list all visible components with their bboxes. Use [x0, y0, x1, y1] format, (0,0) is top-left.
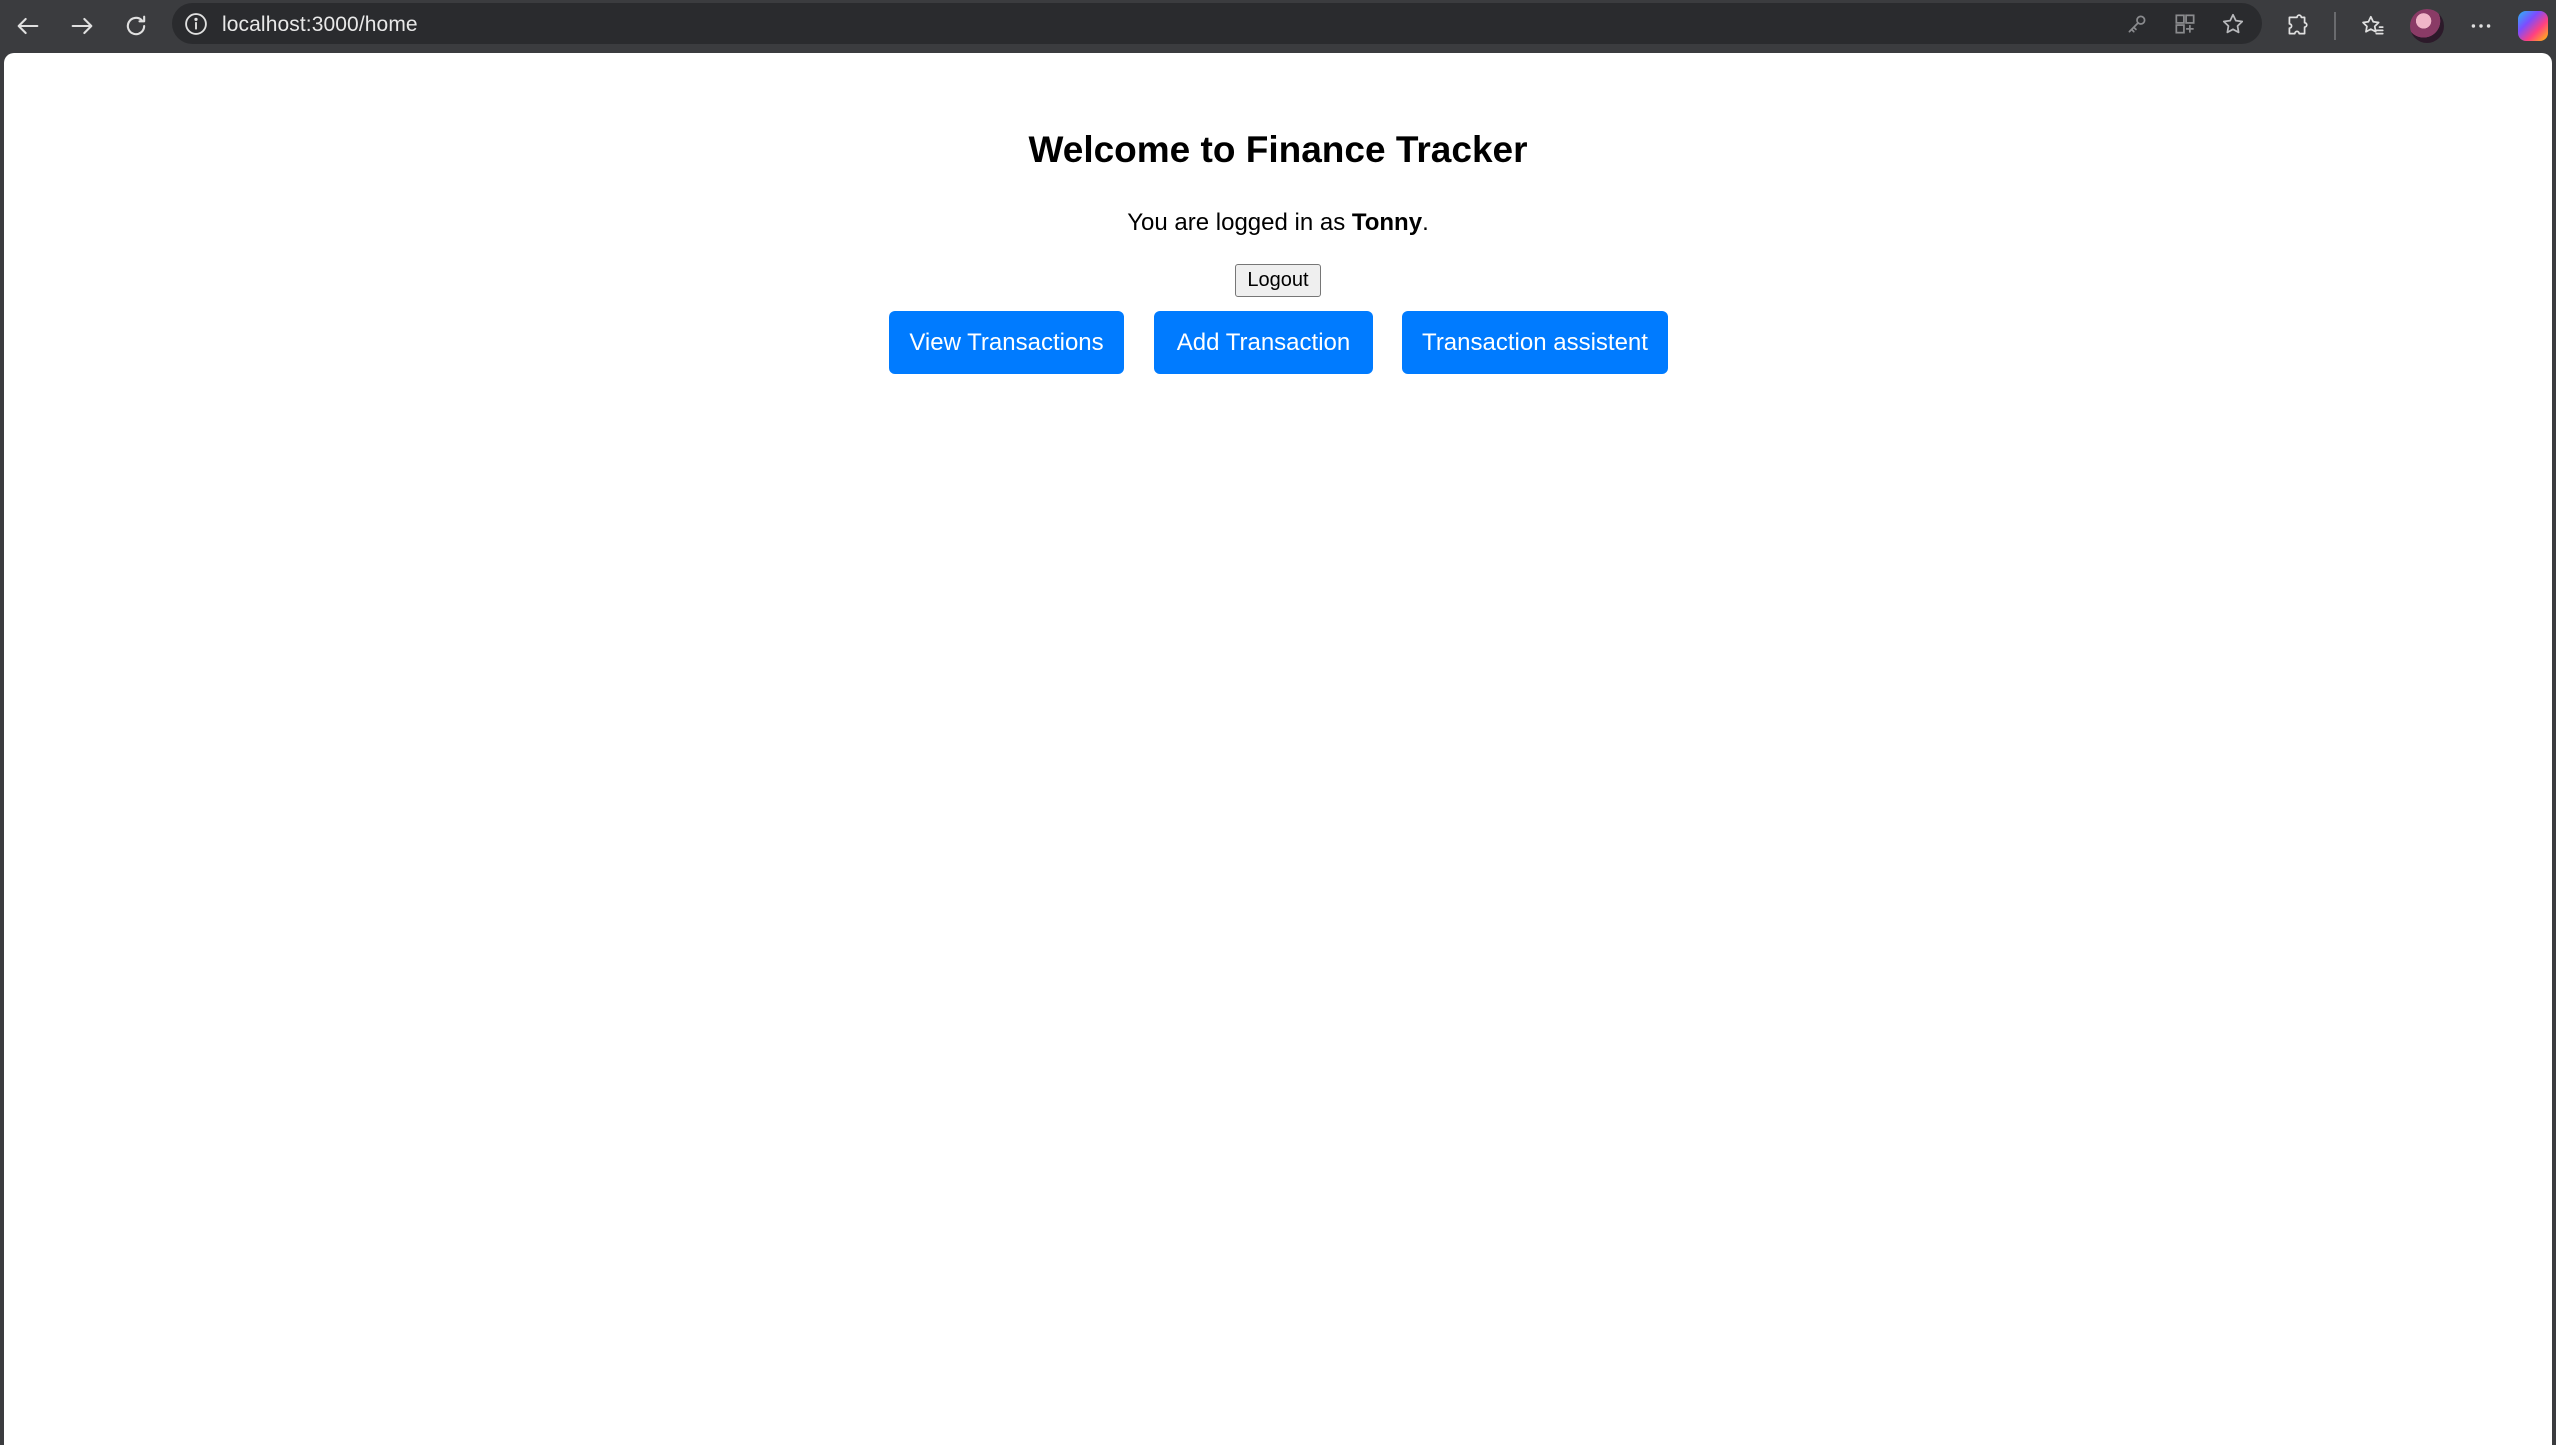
add-transaction-button[interactable]: Add Transaction: [1154, 311, 1373, 374]
logout-button[interactable]: Logout: [1235, 264, 1321, 297]
view-transactions-button[interactable]: View Transactions: [889, 311, 1124, 374]
username: Tonny: [1351, 209, 1423, 236]
page-title: Welcome to Finance Tracker: [1028, 129, 1528, 170]
copilot-icon[interactable]: [2518, 11, 2548, 41]
browser-toolbar: localhost:3000/home: [0, 0, 2556, 52]
login-prefix: You are logged in as: [1127, 209, 1352, 236]
app-grid-icon[interactable]: [2168, 10, 2202, 38]
key-icon[interactable]: [2120, 10, 2154, 38]
login-suffix: .: [1422, 209, 1429, 236]
more-icon[interactable]: [2464, 12, 2498, 40]
toolbar-divider: [2334, 12, 2336, 40]
favorites-icon[interactable]: [2356, 12, 2390, 40]
address-bar[interactable]: localhost:3000/home: [172, 3, 2262, 44]
reload-icon[interactable]: [116, 6, 156, 46]
page-viewport: Welcome to Finance Tracker You are logge…: [4, 53, 2552, 1445]
extensions-icon[interactable]: [2280, 12, 2314, 40]
info-icon[interactable]: [182, 10, 210, 38]
transaction-assistant-button[interactable]: Transaction assistent: [1402, 311, 1668, 374]
profile-avatar[interactable]: [2410, 9, 2444, 43]
forward-arrow-icon[interactable]: [62, 6, 102, 46]
url-text[interactable]: localhost:3000/home: [222, 13, 418, 37]
login-status: You are logged in as Tonny.: [4, 209, 2552, 237]
back-arrow-icon[interactable]: [8, 6, 48, 46]
star-icon[interactable]: [2216, 10, 2250, 38]
